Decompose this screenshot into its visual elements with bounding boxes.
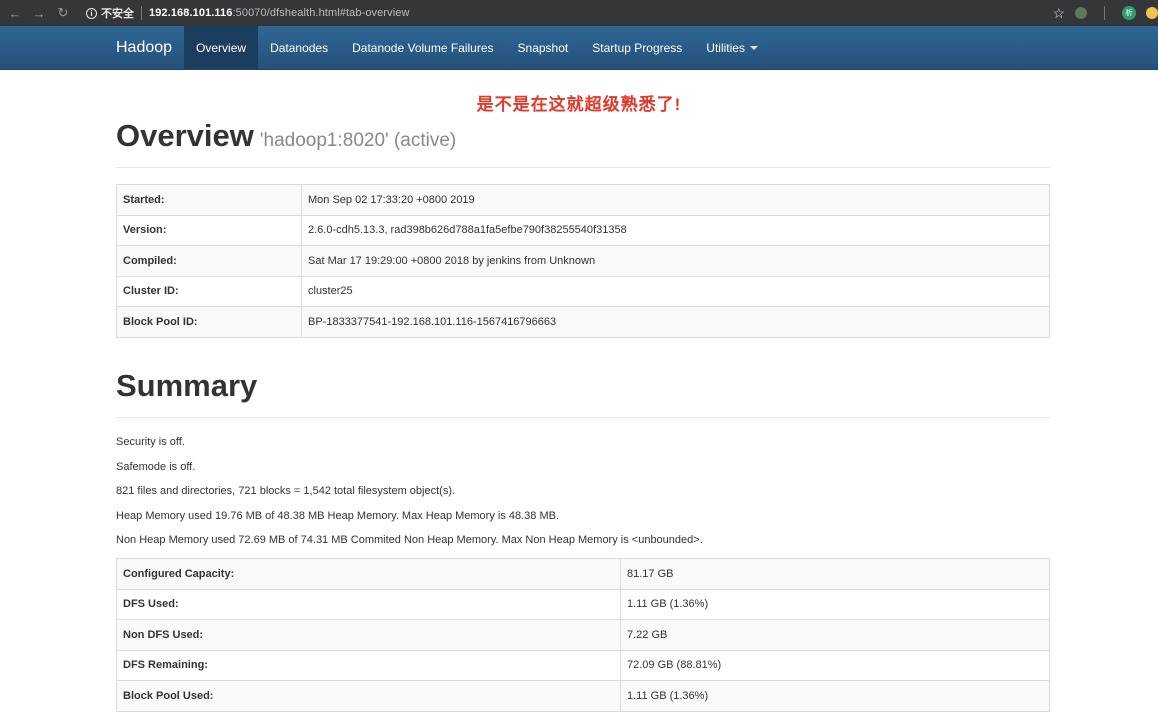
- nav-tab-datanodes[interactable]: Datanodes: [258, 26, 340, 69]
- row-value: Mon Sep 02 17:33:20 +0800 2019: [301, 184, 1050, 216]
- utilities-label: Utilities: [706, 40, 745, 55]
- row-value: cluster25: [301, 275, 1050, 307]
- row-value: 7.22 GB: [620, 619, 1050, 651]
- chevron-down-icon: [749, 45, 758, 50]
- row-value: 1.11 GB (1.36%): [620, 680, 1050, 712]
- annotation-text: 是不是在这就超级熟悉了!: [476, 95, 682, 114]
- address-bar[interactable]: 192.168.101.116:50070/dfshealth.html#tab…: [149, 7, 410, 19]
- toolbar-divider: [1104, 6, 1105, 20]
- hadoop-navbar: Hadoop Overview Datanodes Datanode Volum…: [0, 26, 1158, 70]
- info-icon: i: [86, 7, 97, 19]
- table-row: Cluster ID: cluster25: [116, 275, 1050, 307]
- browser-toolbar: ← → ↻ i 不安全 192.168.101.116:50070/dfshea…: [0, 0, 1158, 26]
- overview-title: Overview: [116, 118, 254, 153]
- url-path: :50070/dfshealth.html#tab-overview: [232, 7, 410, 19]
- nav-tab-utilities[interactable]: Utilities: [694, 26, 770, 69]
- nav-tab-overview[interactable]: Overview: [184, 26, 259, 69]
- row-value: 2.6.0-cdh5.13.3, rad398b626d788a1fa5efbe…: [301, 214, 1050, 246]
- row-label: Cluster ID:: [116, 275, 302, 307]
- nav-tab-volume-failures[interactable]: Datanode Volume Failures: [340, 26, 505, 69]
- extension-yellow-icon[interactable]: [1146, 7, 1158, 19]
- back-icon[interactable]: ←: [6, 4, 24, 22]
- row-value: BP-1833377541-192.168.101.116-1567416796…: [301, 306, 1050, 338]
- safemode-status: Safemode is off.: [116, 460, 196, 473]
- overview-heading: Overview'hadoop1:8020' (active): [116, 118, 1050, 154]
- overview-section: Overview'hadoop1:8020' (active): [116, 118, 1050, 154]
- nav-tab-snapshot[interactable]: Snapshot: [506, 26, 581, 69]
- row-value: 72.09 GB (88.81%): [620, 649, 1050, 681]
- bookmark-star-icon[interactable]: ☆: [1052, 5, 1065, 22]
- heap-memory: Heap Memory used 19.76 MB of 48.38 MB He…: [116, 509, 560, 522]
- row-label: DFS Remaining:: [116, 649, 621, 681]
- overview-table-wrap: Started: Mon Sep 02 17:33:20 +0800 2019 …: [116, 184, 1050, 338]
- security-indicator[interactable]: i 不安全: [86, 5, 134, 21]
- row-value: 81.17 GB: [620, 558, 1050, 590]
- table-row: Configured Capacity: 81.17 GB: [116, 558, 1050, 590]
- row-label: Block Pool Used:: [116, 680, 621, 712]
- row-label: Started:: [116, 184, 302, 216]
- summary-divider: [116, 417, 1050, 418]
- summary-title: Summary: [116, 368, 258, 403]
- filesystem-objects: 821 files and directories, 721 blocks = …: [116, 485, 456, 498]
- browser-actions: ☆ 析: [1052, 5, 1158, 22]
- table-row: Started: Mon Sep 02 17:33:20 +0800 2019: [116, 184, 1050, 216]
- row-label: Compiled:: [116, 245, 302, 277]
- row-value: Sat Mar 17 19:29:00 +0800 2018 by jenkin…: [301, 245, 1050, 277]
- brand-logo[interactable]: Hadoop: [104, 26, 184, 69]
- table-row: DFS Remaining: 72.09 GB (88.81%): [116, 649, 1050, 681]
- forward-icon[interactable]: →: [30, 4, 48, 22]
- address-divider: [141, 6, 142, 20]
- summary-table-wrap: Configured Capacity: 81.17 GB DFS Used: …: [116, 558, 1050, 712]
- overview-divider: [116, 167, 1050, 168]
- table-row: Block Pool ID: BP-1833377541-192.168.101…: [116, 306, 1050, 338]
- profile-avatar[interactable]: 析: [1122, 6, 1136, 20]
- table-row: DFS Used: 1.11 GB (1.36%): [116, 588, 1050, 620]
- summary-lines: Security is off. Safemode is off. 821 fi…: [116, 430, 1050, 553]
- overview-table: Started: Mon Sep 02 17:33:20 +0800 2019 …: [116, 184, 1050, 338]
- non-heap-memory: Non Heap Memory used 72.69 MB of 74.31 M…: [116, 534, 703, 547]
- nav-tab-startup-progress[interactable]: Startup Progress: [580, 26, 694, 69]
- extension-icon[interactable]: [1075, 7, 1087, 19]
- url-host: 192.168.101.116: [149, 7, 233, 19]
- table-row: Non DFS Used: 7.22 GB: [116, 619, 1050, 651]
- table-row: Block Pool Used: 1.11 GB (1.36%): [116, 680, 1050, 712]
- row-label: DFS Used:: [116, 588, 621, 620]
- summary-section: Summary: [116, 368, 1050, 404]
- row-label: Version:: [116, 214, 302, 246]
- row-label: Non DFS Used:: [116, 619, 621, 651]
- row-label: Configured Capacity:: [116, 558, 621, 590]
- security-label: 不安全: [101, 8, 134, 20]
- row-label: Block Pool ID:: [116, 306, 302, 338]
- security-status: Security is off.: [116, 436, 185, 448]
- table-row: Compiled: Sat Mar 17 19:29:00 +0800 2018…: [116, 245, 1050, 277]
- overview-subtitle: 'hadoop1:8020' (active): [259, 130, 457, 151]
- reload-icon[interactable]: ↻: [54, 4, 72, 22]
- summary-table: Configured Capacity: 81.17 GB DFS Used: …: [116, 558, 1050, 712]
- row-value: 1.11 GB (1.36%): [620, 588, 1050, 620]
- table-row: Version: 2.6.0-cdh5.13.3, rad398b626d788…: [116, 214, 1050, 246]
